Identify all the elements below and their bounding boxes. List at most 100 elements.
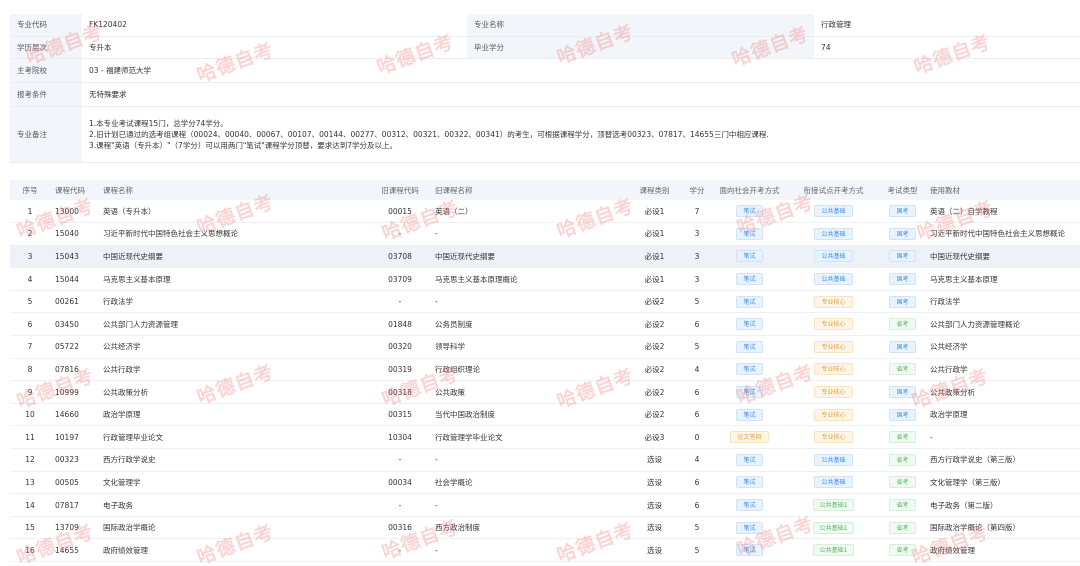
row-number: 8 <box>10 358 50 382</box>
course-type: 必设2 <box>627 335 682 359</box>
pilot-exam-mode: 专业核心 <box>787 335 880 359</box>
exam-type-tag: 国考 <box>889 386 916 399</box>
table-row[interactable]: 16 14655 政府绩效管理 - - 选设 5 笔试 公共基础1 省考 政府绩效管理 <box>10 538 1080 562</box>
social-exam-mode-tag: 笔试 <box>736 295 763 308</box>
course-credit: 6 <box>682 312 712 337</box>
exam-type: 省考 <box>880 516 925 540</box>
social-exam-mode: 笔试 <box>712 380 787 404</box>
row-number: 2 <box>10 222 50 246</box>
course-code: 00261 <box>50 290 98 314</box>
course-name: 公共行政学 <box>98 358 370 382</box>
social-exam-mode: 笔试 <box>712 335 787 359</box>
course-rows: 1 13000 英语（专升本） 00015 英语（二） 必设1 7 笔试 公共基础 国考 英语（二）… <box>10 200 1080 562</box>
textbook: 政治学原理 <box>925 403 1080 427</box>
table-row[interactable]: 12 00323 西方行政学说史 - - 选设 4 笔试 公共基础 省考 西方行政学说史（第三版） <box>10 448 1080 472</box>
table-row[interactable]: 2 15040 习近平新时代中国特色社会主义思想概论 - - 必设1 3 笔试 公共基础 国考 习近… <box>10 222 1080 246</box>
table-row[interactable]: 4 15044 马克思主义基本原理 03709 马克思主义基本原理概论 必设1 3 笔试 公共基… <box>10 267 1080 291</box>
exam-type: 国考 <box>880 245 925 269</box>
table-row[interactable]: 7 05722 公共经济学 00320 领导科学 必设2 5 笔试 专业核心 国考 公共经济学 <box>10 335 1080 359</box>
exam-type-tag: 省考 <box>889 544 916 557</box>
old-course-code: 00015 <box>370 200 430 224</box>
course-code: 03450 <box>50 312 98 337</box>
old-course-code: 01848 <box>370 312 430 337</box>
exam-type-tag: 省考 <box>889 363 916 376</box>
course-code: 00505 <box>50 471 98 495</box>
row-number: 11 <box>10 425 50 450</box>
social-exam-mode-tag: 笔试 <box>736 476 763 489</box>
social-exam-mode: 笔试 <box>712 516 787 540</box>
exam-type-tag: 国考 <box>889 295 916 308</box>
table-row[interactable]: 14 07817 电子政务 - - 选设 6 笔试 公共基础1 省考 电子政务（第二版） <box>10 493 1080 517</box>
table-row[interactable]: 3 15043 中国近现代史纲要 03708 中国近现代史纲要 必设1 3 笔试 公共基础 国考中… <box>10 245 1080 269</box>
table-row[interactable]: 9 10999 公共政策分析 00318 公共政策 必设2 6 笔试 专业核心 国考 公共政策分析 <box>10 380 1080 404</box>
old-course-name: - <box>430 448 627 472</box>
course-name: 公共经济学 <box>98 335 370 359</box>
school-value: 03 - 福建师范大学 <box>82 58 1080 83</box>
table-row[interactable]: 6 03450 公共部门人力资源管理 01848 公务员制度 必设2 6 笔试 专业核心 省考 公共… <box>10 312 1080 337</box>
social-exam-mode-tag: 笔试 <box>736 340 763 353</box>
row-number: 4 <box>10 267 50 291</box>
table-row[interactable]: 13 00505 文化管理学 00034 社会学概论 选设 6 笔试 公共基础 省考 文化管理学（第… <box>10 471 1080 495</box>
course-code: 14655 <box>50 538 98 562</box>
pilot-exam-mode-tag: 公共基础 <box>814 453 853 466</box>
pilot-exam-mode: 公共基础1 <box>787 516 880 540</box>
course-credit: 6 <box>682 493 712 517</box>
social-exam-mode-tag: 笔试 <box>736 273 763 286</box>
exam-type-tag: 省考 <box>889 521 916 534</box>
major-code-label: 专业代码 <box>10 14 82 37</box>
course-code: 10197 <box>50 425 98 450</box>
row-number: 14 <box>10 493 50 517</box>
table-row[interactable]: 10 14660 政治学原理 00315 当代中国政治制度 必设2 6 笔试 专业核心 国考 政治学… <box>10 403 1080 427</box>
old-course-name: 公共政策 <box>430 380 627 404</box>
pilot-exam-mode-tag: 公共基础 <box>814 476 853 489</box>
course-code: 14660 <box>50 403 98 427</box>
row-number: 5 <box>10 290 50 314</box>
exam-type: 国考 <box>880 335 925 359</box>
textbook: 电子政务（第二版） <box>925 493 1080 517</box>
table-row[interactable]: 15 13709 国际政治学概论 00316 西方政治制度 选设 5 笔试 公共基础1 省考 国际政… <box>10 516 1080 540</box>
textbook: 西方行政学说史（第三版） <box>925 448 1080 472</box>
course-type: 必设2 <box>627 380 682 404</box>
course-credit: 6 <box>682 471 712 495</box>
old-course-code: - <box>370 448 430 472</box>
table-row[interactable]: 11 10197 行政管理毕业论文 10304 行政管理学毕业论文 必设3 0 论文答辩 专业核… <box>10 425 1080 450</box>
exam-type: 省考 <box>880 358 925 382</box>
row-number: 13 <box>10 471 50 495</box>
course-name: 行政法学 <box>98 290 370 314</box>
table-row[interactable]: 8 07816 公共行政学 00319 行政组织理论 必设2 4 笔试 专业核心 省考 公共行政学 <box>10 358 1080 382</box>
course-code: 13000 <box>50 200 98 224</box>
social-exam-mode: 笔试 <box>712 312 787 337</box>
course-code: 05722 <box>50 335 98 359</box>
level-label: 学历层次 <box>10 36 82 59</box>
note-line: 3.课程"英语（专升本）"（7学分）可以用两门"笔试"课程学分顶替，要求达到7学… <box>89 140 397 150</box>
exam-type: 省考 <box>880 312 925 337</box>
major-code-value: FK120402 <box>82 14 467 37</box>
exam-type: 省考 <box>880 425 925 450</box>
textbook: 马克思主义基本原理 <box>925 267 1080 291</box>
exam-type: 省考 <box>880 493 925 517</box>
social-exam-mode: 笔试 <box>712 471 787 495</box>
pilot-exam-mode: 专业核心 <box>787 312 880 337</box>
social-exam-mode-tag: 论文答辩 <box>730 431 769 444</box>
exam-type: 国考 <box>880 222 925 246</box>
pilot-exam-mode: 专业核心 <box>787 380 880 404</box>
pilot-exam-mode: 公共基础 <box>787 471 880 495</box>
course-name: 文化管理学 <box>98 471 370 495</box>
old-course-name: 西方政治制度 <box>430 516 627 540</box>
old-course-name: 行政组织理论 <box>430 358 627 382</box>
condition-value: 无特殊要求 <box>82 82 1080 107</box>
course-credit: 5 <box>682 290 712 314</box>
old-course-code: - <box>370 222 430 246</box>
textbook: 习近平新时代中国特色社会主义思想概论 <box>925 222 1080 246</box>
row-number: 12 <box>10 448 50 472</box>
exam-type: 国考 <box>880 200 925 224</box>
exam-type-tag: 国考 <box>889 340 916 353</box>
table-row[interactable]: 5 00261 行政法学 - - 必设2 5 笔试 专业核心 国考 行政法学 <box>10 290 1080 314</box>
course-name: 习近平新时代中国特色社会主义思想概论 <box>98 222 370 246</box>
condition-label: 报考条件 <box>10 82 82 107</box>
table-row[interactable]: 1 13000 英语（专升本） 00015 英语（二） 必设1 7 笔试 公共基础 国考 英语（二）… <box>10 200 1080 224</box>
social-exam-mode-tag: 笔试 <box>736 386 763 399</box>
exam-type-tag: 国考 <box>889 205 916 218</box>
old-course-code: 00034 <box>370 471 430 495</box>
row-number: 15 <box>10 516 50 540</box>
